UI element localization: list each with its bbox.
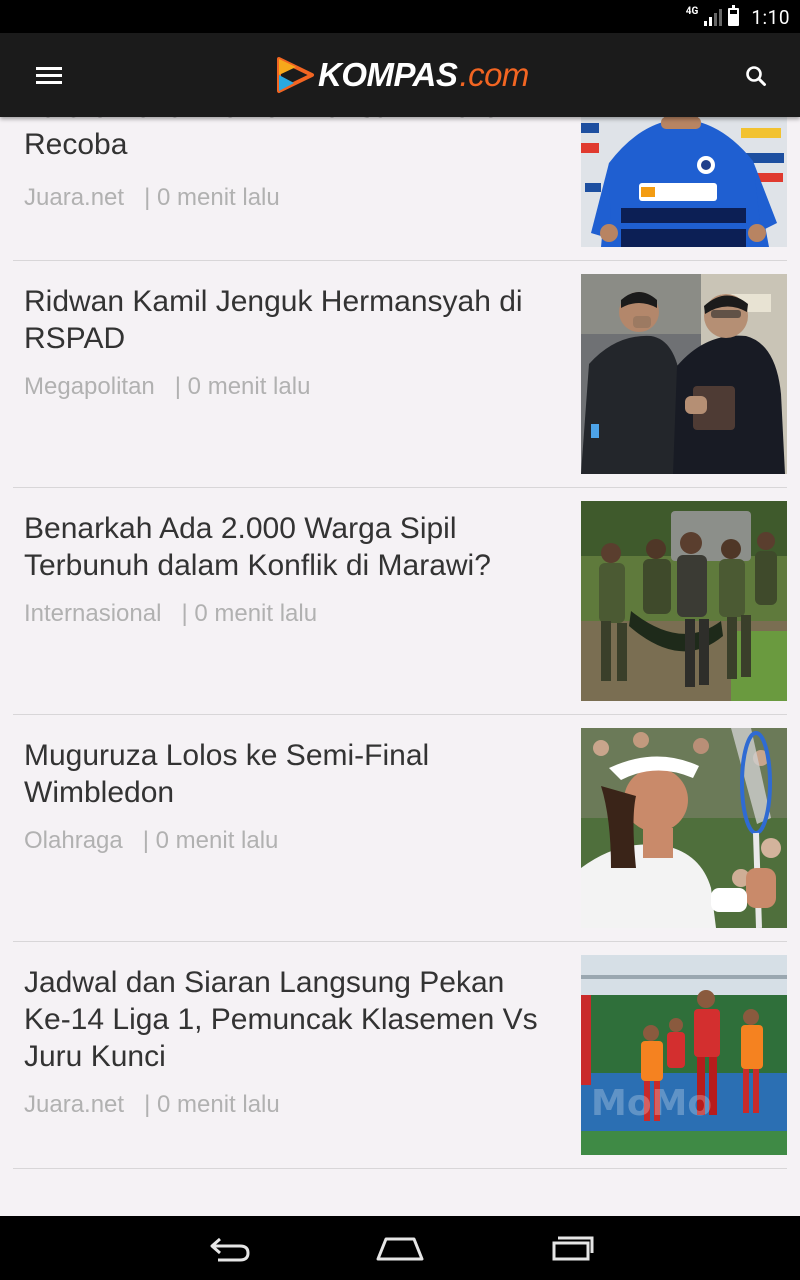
news-feed[interactable]: Valero Pakai Nomor Warisan Alvaro Recoba… (0, 33, 800, 1216)
article-category: Olahraga (24, 827, 123, 854)
article-category: Megapolitan (24, 373, 155, 400)
article-category: Internasional (24, 600, 162, 627)
article-item[interactable]: Benarkah Ada 2.000 Warga Sipil Terbunuh … (0, 488, 800, 715)
battery-icon (728, 5, 740, 26)
network-type: 4G (685, 5, 699, 17)
kompas-logo[interactable]: KOMPAS .com (276, 55, 529, 95)
soldiers-carrying-body-photo (581, 501, 787, 701)
signal-icon (704, 8, 723, 26)
kompas-logo-icon (277, 57, 314, 93)
hospital-visit-photo (581, 274, 787, 474)
article-meta: Olahraga | 0 menit lalu (24, 827, 278, 855)
svg-text:MoMo: MoMo (591, 1083, 712, 1124)
status-icons: 4G 1:10 (686, 5, 790, 29)
article-title: Muguruza Lolos ke Semi-Final Wimbledon (24, 739, 430, 809)
article-time: | 0 menit lalu (174, 373, 311, 400)
article-time: | 0 menit lalu (142, 827, 279, 854)
system-nav-bar (0, 1216, 800, 1280)
recents-icon[interactable] (540, 1230, 600, 1266)
article-thumbnail[interactable] (581, 274, 787, 474)
article-meta: Megapolitan | 0 menit lalu (24, 373, 310, 401)
hamburger-menu-icon[interactable] (24, 59, 74, 95)
status-bar: 4G 1:10 (0, 0, 800, 33)
article-time: | 0 menit lalu (144, 1091, 280, 1118)
article-meta: Juara.net | 0 menit lalu (24, 184, 280, 212)
football-match-photo: MoMo (581, 955, 787, 1155)
article-title: Benarkah Ada 2.000 Warga Sipil Terbunuh … (24, 512, 491, 582)
back-icon[interactable] (200, 1230, 260, 1266)
article-thumbnail[interactable] (581, 501, 787, 701)
article-title: Jadwal dan Siaran Langsung Pekan Ke-14 L… (24, 966, 538, 1073)
article-thumbnail[interactable] (581, 728, 787, 928)
article-time: | 0 menit lalu (144, 184, 280, 211)
status-time: 1:10 (751, 5, 790, 29)
article-time: | 0 menit lalu (181, 600, 318, 627)
article-thumbnail[interactable]: MoMo (581, 955, 787, 1155)
search-icon[interactable] (736, 57, 776, 97)
logo-text-primary: KOMPAS (318, 56, 458, 93)
article-title: Ridwan Kamil Jenguk Hermansyah di RSPAD (24, 285, 523, 355)
article-meta: Internasional | 0 menit lalu (24, 600, 317, 628)
article-item[interactable]: Jadwal dan Siaran Langsung Pekan Ke-14 L… (0, 942, 800, 1169)
article-category: Juara.net (24, 184, 125, 211)
tennis-player-photo (581, 728, 787, 928)
logo-text-suffix: .com (459, 56, 529, 93)
article-item[interactable]: Ridwan Kamil Jenguk Hermansyah di RSPAD … (0, 261, 800, 488)
divider (13, 1168, 787, 1169)
app-bar: KOMPAS .com (0, 33, 800, 117)
article-item[interactable]: Muguruza Lolos ke Semi-Final Wimbledon O… (0, 715, 800, 942)
article-meta: Juara.net | 0 menit lalu (24, 1091, 280, 1119)
article-category: Juara.net (24, 1091, 125, 1118)
home-icon[interactable] (370, 1230, 430, 1266)
